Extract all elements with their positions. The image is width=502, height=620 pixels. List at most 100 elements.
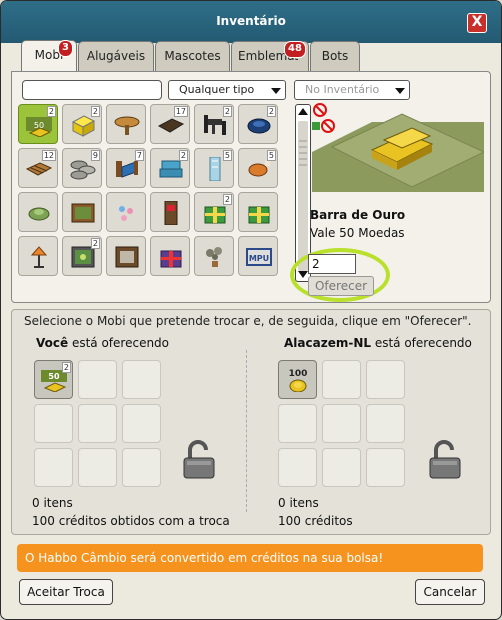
trade-slot-empty[interactable] <box>366 404 405 443</box>
round-wooden-table-icon <box>114 116 140 135</box>
trade-instruction: Selecione o Mobi que pretende trocar e, … <box>24 314 472 328</box>
close-button[interactable]: X <box>467 13 487 33</box>
trade-slot-empty[interactable] <box>278 404 317 443</box>
item-count-badge: 2 <box>178 150 188 161</box>
trade-slot-empty[interactable] <box>34 448 73 487</box>
trade-slot-empty[interactable] <box>366 448 405 487</box>
accept-trade-button[interactable]: Aceitar Troca <box>19 579 113 605</box>
partner-items-count: 0 itens <box>278 496 319 510</box>
coin-stack-icon: 100 <box>289 369 308 393</box>
item-count-badge: 2 <box>90 106 100 117</box>
trade-slot-empty[interactable] <box>322 404 361 443</box>
trade-slot-filled[interactable]: 100 <box>278 360 317 399</box>
item-count-badge: 2 <box>90 238 100 249</box>
cancel-button[interactable]: Cancelar <box>415 579 485 605</box>
inventory-item[interactable] <box>18 236 58 276</box>
inventory-item[interactable] <box>62 192 102 232</box>
plant-ball-icon <box>28 207 50 221</box>
my-offer-suffix: está oferecendo <box>68 336 170 350</box>
tv-screen-icon: MPU <box>246 248 272 266</box>
trade-slot-empty[interactable] <box>78 448 117 487</box>
item-count-badge: 2 <box>61 362 71 373</box>
offer-button[interactable]: Oferecer <box>308 276 374 296</box>
inventory-item[interactable]: 2 <box>238 104 278 144</box>
tab-badges[interactable]: Emblemas 48 <box>231 41 309 71</box>
scrollbar-grip-icon <box>299 140 307 166</box>
scrollbar-thumb[interactable] <box>298 121 308 271</box>
inventory-item[interactable] <box>194 236 234 276</box>
tab-pets[interactable]: Mascotes <box>155 41 230 71</box>
inventory-item[interactable] <box>150 236 190 276</box>
selected-item-value: Vale 50 Moedas <box>310 226 405 240</box>
type-filter-value: Qualquer tipo <box>179 83 255 96</box>
inventory-item[interactable]: MPU <box>238 236 278 276</box>
small-plant-icon <box>206 247 222 267</box>
chevron-down-icon <box>395 88 405 94</box>
trade-slot-empty[interactable] <box>34 404 73 443</box>
inventory-item[interactable] <box>106 236 146 276</box>
search-input[interactable] <box>22 80 162 100</box>
partner-offer-suffix: está oferecendo <box>371 336 472 350</box>
trade-slot-empty[interactable] <box>322 360 361 399</box>
lock-open-icon <box>429 440 461 479</box>
my-offer-title: Você está oferecendo <box>36 336 169 350</box>
inventory-item[interactable]: 5 <box>194 148 234 188</box>
tab-mobi-badge: 3 <box>58 40 73 57</box>
item-count-badge: 5 <box>222 150 232 161</box>
quantity-input[interactable]: 2 <box>308 254 356 274</box>
exchange-notice: O Habbo Câmbio será convertido em crédit… <box>17 544 483 572</box>
tab-badges-badge: 48 <box>284 41 306 58</box>
inventory-item[interactable] <box>18 192 58 232</box>
inventory-item[interactable]: 17 <box>150 104 190 144</box>
tab-rentables[interactable]: Alugáveis <box>78 41 154 71</box>
inventory-item[interactable] <box>238 192 278 232</box>
item-preview-image <box>312 113 484 192</box>
green-gift-box-icon <box>248 206 270 224</box>
lock-open-icon <box>183 440 215 479</box>
location-filter-select[interactable]: No Inventário <box>294 80 410 100</box>
inventory-item[interactable] <box>150 192 190 232</box>
title-bar[interactable]: Inventário X <box>1 1 501 43</box>
inventory-item[interactable]: 2 <box>150 148 190 188</box>
item-count-badge: 17 <box>173 106 188 117</box>
chevron-down-icon <box>271 88 281 94</box>
trade-slot-empty[interactable] <box>278 448 317 487</box>
orange-lamp-icon <box>30 246 48 268</box>
trade-slot-empty[interactable] <box>122 448 161 487</box>
type-filter-select[interactable]: Qualquer tipo <box>168 80 286 100</box>
wooden-frame-icon <box>71 203 95 223</box>
my-credits: 100 créditos obtidos com a troca <box>32 514 230 528</box>
location-filter-value: No Inventário <box>305 83 380 96</box>
trade-slot-empty[interactable] <box>322 448 361 487</box>
tab-mobi[interactable]: Mobi 3 <box>21 40 77 72</box>
tab-bots-label: Bots <box>321 49 349 63</box>
inventory-item[interactable]: 50 2 <box>18 104 58 144</box>
inventory-item[interactable]: 5 <box>238 148 278 188</box>
trade-divider <box>246 350 248 512</box>
trade-slot-empty[interactable] <box>366 360 405 399</box>
trade-area: Selecione o Mobi que pretende trocar e, … <box>11 309 491 535</box>
item-count-badge: 2 <box>266 106 276 117</box>
item-count-badge: 2 <box>222 194 232 205</box>
partner-username: Alacazem-NL <box>284 336 372 350</box>
selected-item-name: Barra de Ouro <box>310 208 406 222</box>
tab-bots[interactable]: Bots <box>310 41 360 71</box>
trade-slot-empty[interactable] <box>78 360 117 399</box>
tab-pets-label: Mascotes <box>164 49 221 63</box>
inventory-item[interactable]: 7 <box>106 148 146 188</box>
trade-slot-empty[interactable] <box>122 360 161 399</box>
inventory-item[interactable]: 2 <box>194 104 234 144</box>
inventory-item[interactable]: 9 <box>62 148 102 188</box>
item-count-badge: 12 <box>41 150 56 161</box>
inventory-item[interactable]: 2 <box>194 192 234 232</box>
svg-text:100: 100 <box>289 369 308 379</box>
inventory-item[interactable] <box>106 104 146 144</box>
trade-slot-filled[interactable]: 50 2 <box>34 360 73 399</box>
trade-slot-empty[interactable] <box>78 404 117 443</box>
trade-slot-empty[interactable] <box>122 404 161 443</box>
inventory-item[interactable]: 12 <box>18 148 58 188</box>
inventory-item[interactable] <box>106 192 146 232</box>
inventory-item[interactable]: 2 <box>62 104 102 144</box>
inventory-item[interactable]: 2 <box>62 236 102 276</box>
item-count-badge: 7 <box>134 150 144 161</box>
